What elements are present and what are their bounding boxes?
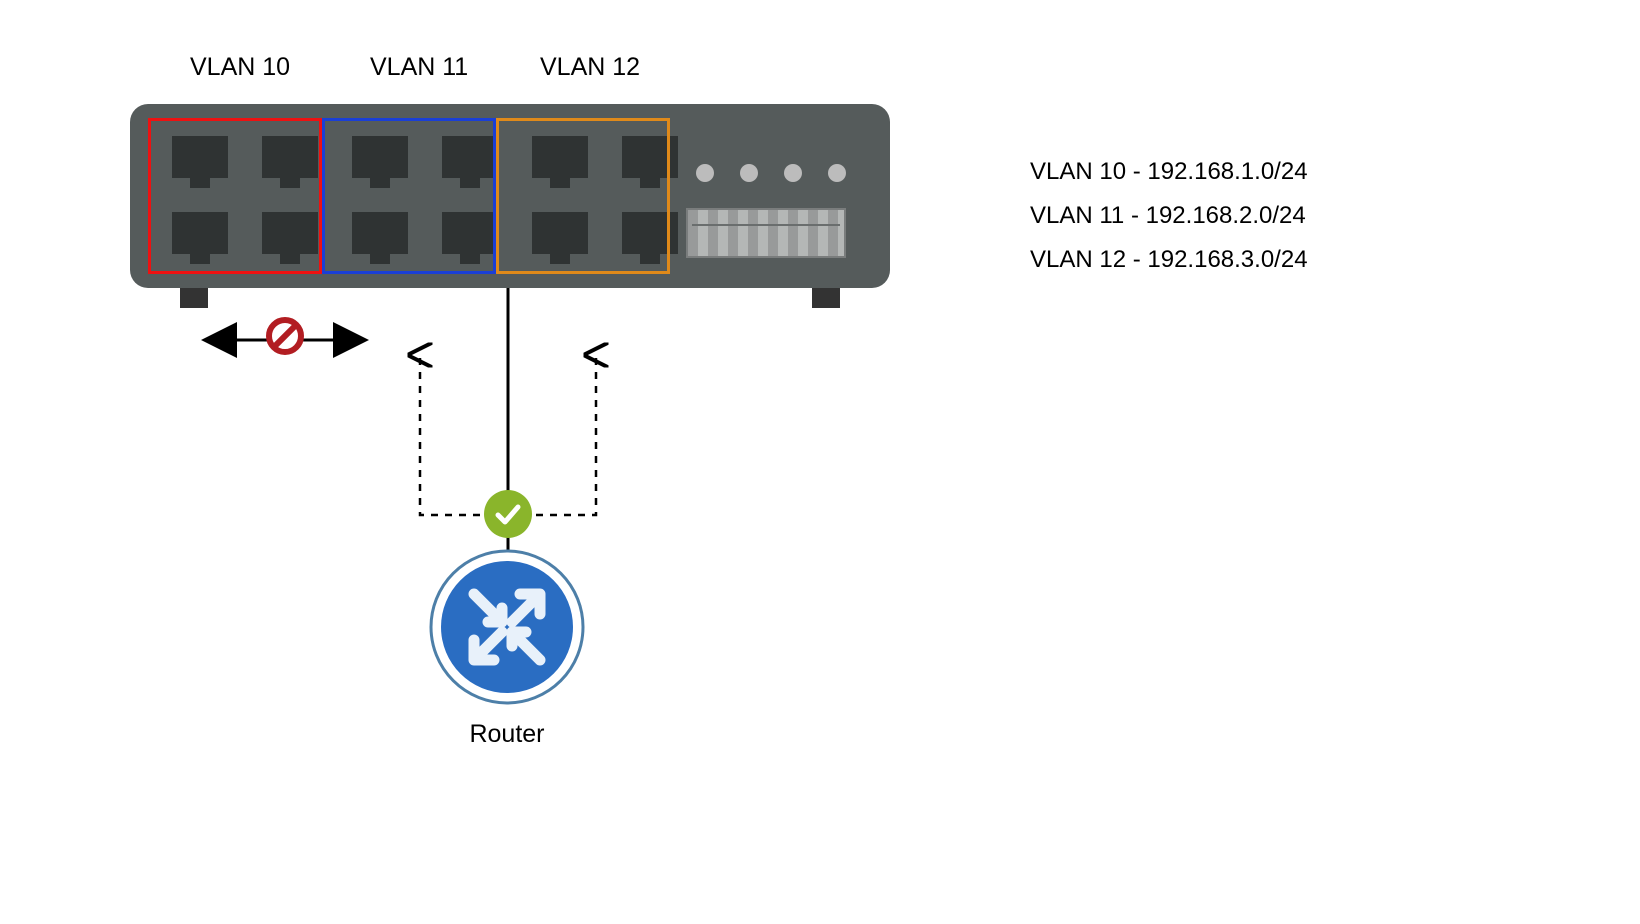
- sfp-module: [686, 208, 846, 258]
- vlan10-label: VLAN 10: [190, 53, 290, 82]
- switch-foot: [812, 288, 840, 308]
- vlan10-group-box: [148, 118, 322, 274]
- vlan11-group-box: [322, 118, 496, 274]
- led-icon: [740, 164, 758, 182]
- router-icon: [428, 548, 586, 711]
- status-leds: [696, 164, 846, 182]
- legend-line: VLAN 11 - 192.168.2.0/24: [1030, 194, 1308, 238]
- led-icon: [696, 164, 714, 182]
- vlan11-label: VLAN 11: [370, 53, 468, 82]
- vlan12-label: VLAN 12: [540, 53, 640, 82]
- vlan12-group-box: [496, 118, 670, 274]
- no-entry-icon: [265, 316, 305, 356]
- router-label: Router: [428, 720, 586, 749]
- switch-foot: [180, 288, 208, 308]
- led-icon: [784, 164, 802, 182]
- legend-line: VLAN 12 - 192.168.3.0/24: [1030, 238, 1308, 282]
- diagram-stage: VLAN 10 VLAN 11 VLAN 12: [0, 0, 1640, 924]
- check-icon: [484, 490, 532, 538]
- vlan-subnet-legend: VLAN 10 - 192.168.1.0/24 VLAN 11 - 192.1…: [1030, 150, 1308, 282]
- led-icon: [828, 164, 846, 182]
- legend-line: VLAN 10 - 192.168.1.0/24: [1030, 150, 1308, 194]
